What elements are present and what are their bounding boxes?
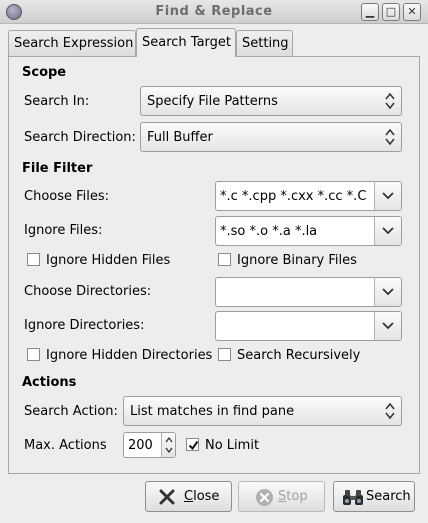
close-button[interactable]: Close [145, 481, 232, 512]
search-action-value: List matches in find pane [130, 404, 295, 419]
chevron-down-icon [382, 192, 394, 200]
updown-arrow-icon [385, 92, 395, 110]
checkmark-icon [188, 440, 199, 451]
file-filter-heading: File Filter [22, 161, 93, 176]
ignore-files-combo[interactable]: *.so *.o *.a *.la [215, 216, 402, 246]
no-limit-checkbox[interactable]: No Limit [186, 438, 259, 453]
spin-arrows[interactable] [161, 433, 175, 457]
search-action-select[interactable]: List matches in find pane [123, 396, 402, 426]
choose-directories-dropdown-button[interactable] [374, 278, 401, 306]
max-actions-spinbutton[interactable]: 200 [123, 432, 176, 458]
spin-down-icon[interactable] [165, 447, 173, 453]
stop-button[interactable]: Stop [238, 481, 325, 512]
search-direction-select[interactable]: Full Buffer [140, 122, 402, 152]
ignore-hidden-directories-label: Ignore Hidden Directories [46, 348, 213, 363]
ignore-files-input[interactable]: *.so *.o *.a *.la [220, 224, 371, 239]
search-action-label: Search Action: [24, 404, 118, 419]
ignore-hidden-directories-checkbox[interactable]: Ignore Hidden Directories [27, 348, 212, 363]
chevron-down-icon [382, 227, 394, 235]
ignore-directories-dropdown-button[interactable] [374, 312, 401, 340]
search-button[interactable]: Search [333, 481, 415, 512]
choose-files-combo[interactable]: *.c *.cpp *.cxx *.cc *.C * [215, 181, 402, 211]
max-actions-value[interactable]: 200 [128, 438, 153, 453]
search-in-label: Search In: [24, 94, 90, 109]
chevron-down-icon [382, 322, 394, 330]
ignore-files-label: Ignore Files: [24, 223, 103, 238]
choose-files-dropdown-button[interactable] [374, 182, 401, 210]
ignore-directories-label: Ignore Directories: [24, 318, 145, 333]
choose-directories-combo[interactable] [215, 277, 402, 307]
search-button-label: Search [366, 489, 411, 504]
close-button-label: Close [184, 489, 220, 504]
stop-button-label: Stop [278, 489, 308, 504]
checkbox-box[interactable] [218, 253, 231, 266]
checkbox-box[interactable] [27, 253, 40, 266]
no-limit-label: No Limit [205, 438, 260, 453]
search-direction-value: Full Buffer [147, 130, 213, 145]
find-replace-window: Find & Replace ▁ □ ✕ Search Expression S… [0, 0, 428, 523]
stop-icon [256, 489, 273, 506]
actions-heading: Actions [22, 375, 77, 390]
search-in-select[interactable]: Specify File Patterns [140, 86, 402, 116]
choose-directories-label: Choose Directories: [24, 284, 152, 299]
search-recursively-checkbox[interactable]: Search Recursively [218, 348, 360, 363]
scope-heading: Scope [22, 65, 67, 80]
updown-arrow-icon [385, 128, 395, 146]
close-x-icon [159, 489, 175, 505]
ignore-binary-files-label: Ignore Binary Files [237, 253, 357, 268]
ignore-hidden-files-checkbox[interactable]: Ignore Hidden Files [27, 253, 170, 268]
search-recursively-label: Search Recursively [237, 348, 361, 363]
choose-files-label: Choose Files: [24, 189, 110, 204]
search-in-value: Specify File Patterns [147, 94, 278, 109]
ignore-binary-files-checkbox[interactable]: Ignore Binary Files [218, 253, 357, 268]
checkbox-box[interactable] [27, 348, 40, 361]
checkbox-box[interactable] [218, 348, 231, 361]
ignore-directories-combo[interactable] [215, 311, 402, 341]
chevron-down-icon [382, 288, 394, 296]
checkbox-box[interactable] [186, 438, 199, 451]
spin-up-icon[interactable] [165, 437, 173, 443]
binoculars-icon [343, 490, 363, 505]
choose-files-input[interactable]: *.c *.cpp *.cxx *.cc *.C * [220, 189, 371, 204]
ignore-files-dropdown-button[interactable] [374, 217, 401, 245]
search-direction-label: Search Direction: [24, 130, 136, 145]
ignore-hidden-files-label: Ignore Hidden Files [46, 253, 171, 268]
updown-arrow-icon [385, 402, 395, 420]
max-actions-label: Max. Actions [24, 438, 107, 453]
